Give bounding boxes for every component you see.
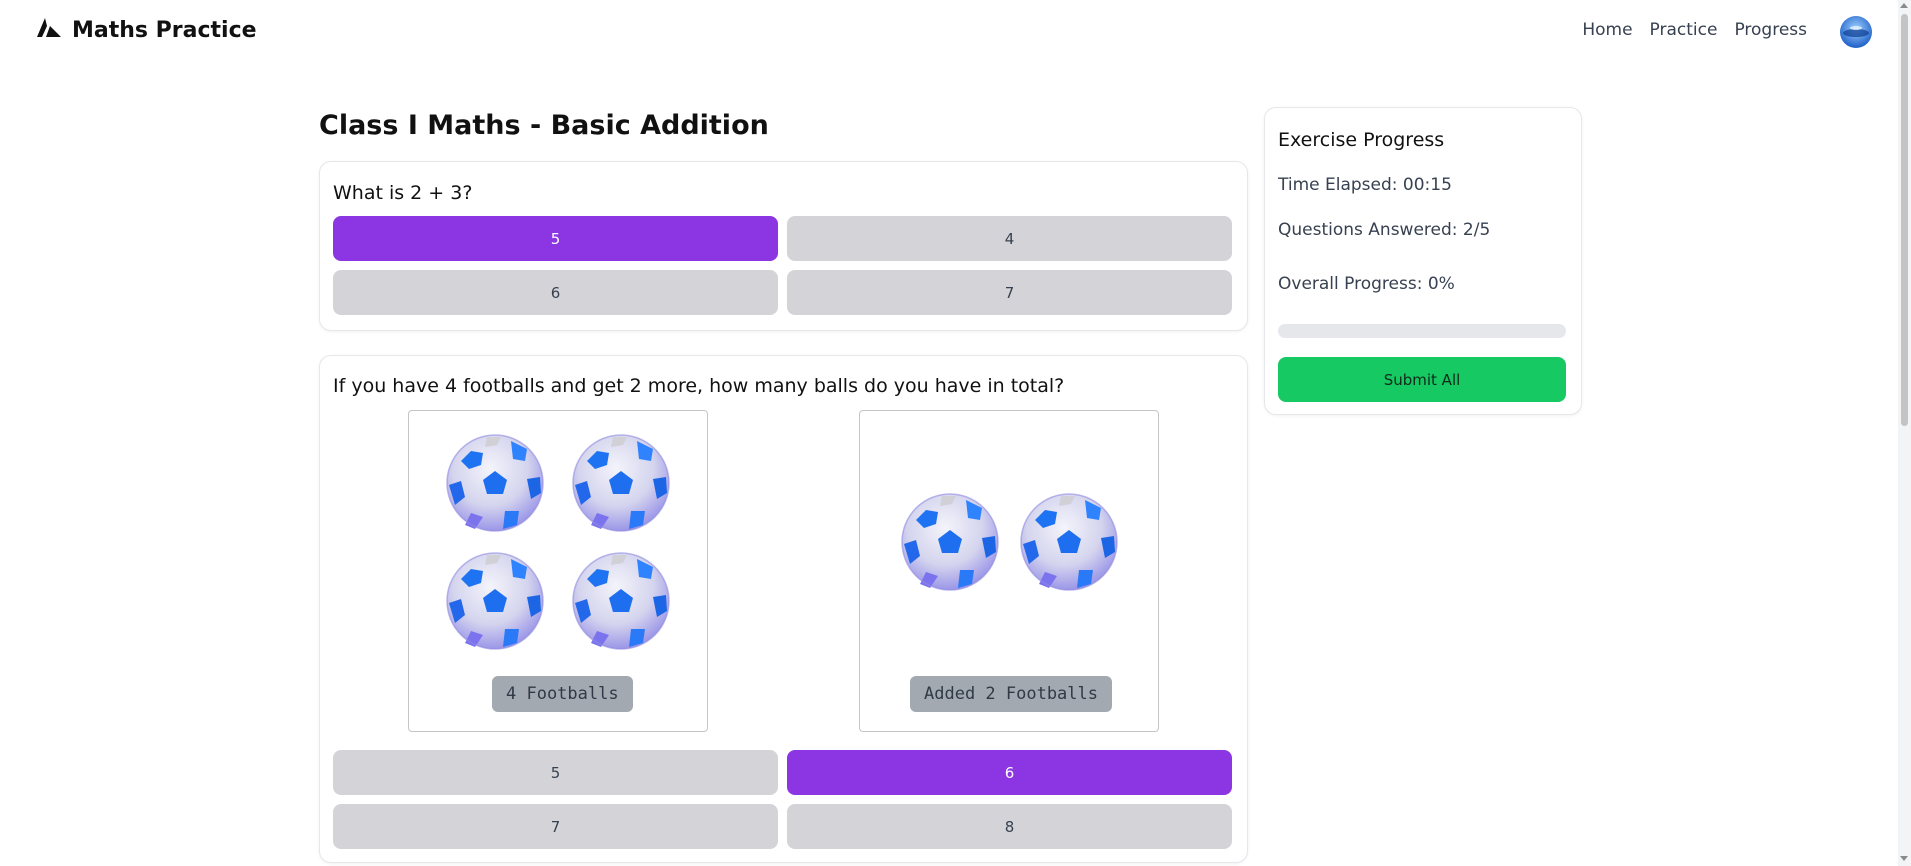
brand[interactable]: Maths Practice [36,17,257,43]
app-name: Maths Practice [72,17,257,43]
football-icon [445,551,545,651]
question-text: If you have 4 footballs and get 2 more, … [333,375,1065,397]
answer-option[interactable]: 5 [333,750,778,795]
answer-option[interactable]: 6 [333,270,778,315]
logo-icon [36,17,62,43]
nav-home[interactable]: Home [1582,20,1632,40]
football-icon [900,492,1000,592]
picture-box-added-footballs: Added 2 Footballs [859,410,1159,732]
answer-option[interactable]: 8 [787,804,1232,849]
football-icon [445,433,545,533]
nav-progress[interactable]: Progress [1734,20,1807,40]
answer-option[interactable]: 4 [787,216,1232,261]
football-icon [571,433,671,533]
question-text: What is 2 + 3? [333,182,473,204]
scrollbar[interactable] [1898,0,1911,866]
questions-answered: Questions Answered: 2/5 [1278,220,1491,240]
scroll-up-arrow[interactable] [1900,3,1908,8]
overall-progress: Overall Progress: 0% [1278,274,1455,294]
scroll-thumb[interactable] [1901,14,1908,426]
nav-practice[interactable]: Practice [1650,20,1718,40]
question-card-2: If you have 4 footballs and get 2 more, … [319,355,1248,863]
football-icon [1019,492,1119,592]
progress-bar [1278,324,1566,338]
answer-option[interactable]: 5 [333,216,778,261]
scroll-down-arrow[interactable] [1900,856,1908,861]
page-title: Class I Maths - Basic Addition [319,110,769,141]
answer-option[interactable]: 7 [333,804,778,849]
answer-option[interactable]: 7 [787,270,1232,315]
question-card-1: What is 2 + 3? 5 4 6 7 [319,161,1248,331]
avatar[interactable] [1840,16,1872,48]
panel-title: Exercise Progress [1278,129,1445,151]
exercise-progress-panel: Exercise Progress Time Elapsed: 00:15 Qu… [1264,107,1582,415]
picture-label: 4 Footballs [492,676,633,712]
picture-label: Added 2 Footballs [910,676,1112,712]
football-icon [571,551,671,651]
time-elapsed: Time Elapsed: 00:15 [1278,175,1452,195]
navbar: Maths Practice Home Practice Progress [0,0,1911,64]
picture-box-4-footballs: 4 Footballs [408,410,708,732]
submit-all-button[interactable]: Submit All [1278,357,1566,402]
answer-option[interactable]: 6 [787,750,1232,795]
nav-links: Home Practice Progress [1582,20,1807,40]
